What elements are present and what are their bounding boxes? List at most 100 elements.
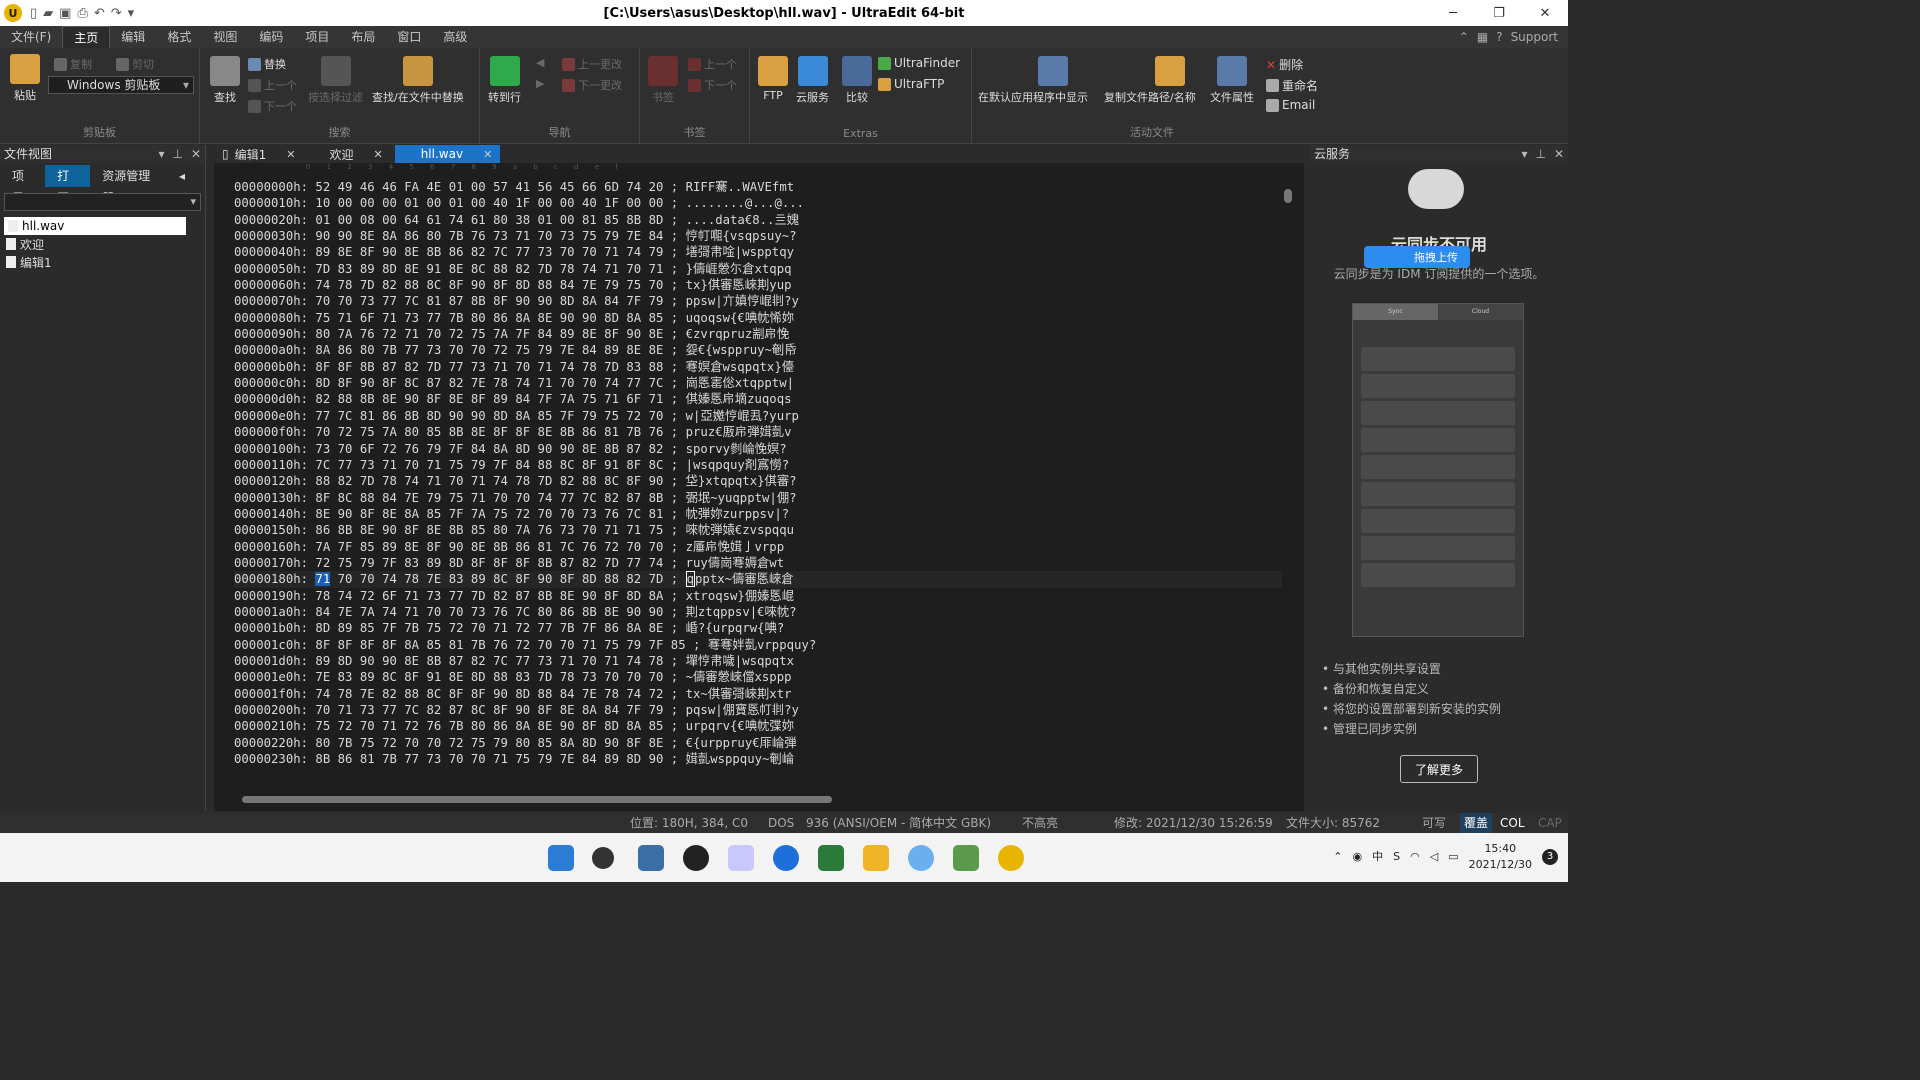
hex-row[interactable]: 00000030h: 90 90 8E 8A 86 80 7B 76 73 71…: [234, 228, 1284, 244]
pin-icon[interactable]: ⊥: [172, 145, 182, 163]
battery-icon[interactable]: ▭: [1448, 849, 1458, 865]
menu-encoding[interactable]: 编码: [248, 26, 294, 48]
hex-row[interactable]: 00000120h: 88 82 7D 78 74 71 70 71 74 78…: [234, 473, 1284, 489]
minimize-button[interactable]: ─: [1430, 0, 1476, 26]
hex-row[interactable]: 00000060h: 74 78 7D 82 88 8C 8F 90 8F 8D…: [234, 277, 1284, 293]
customize-dropdown-icon[interactable]: ▾: [128, 6, 135, 21]
goto-line-button[interactable]: 转到行: [488, 56, 521, 105]
hex-row[interactable]: 000000a0h: 8A 86 80 7B 77 73 70 70 72 75…: [234, 342, 1284, 358]
tray-chevron-icon[interactable]: ⌃: [1333, 849, 1342, 865]
tray-app-icon[interactable]: S: [1393, 849, 1400, 865]
ftp-button[interactable]: FTP: [758, 56, 788, 102]
learn-more-button[interactable]: 了解更多: [1400, 755, 1478, 783]
hex-row[interactable]: 000001c0h: 8F 8F 8F 8F 8A 85 81 7B 76 72…: [234, 637, 1284, 653]
prev-change-button[interactable]: 上一更改: [562, 56, 622, 72]
hex-content[interactable]: 00000000h: 52 49 46 46 FA 4E 01 00 57 41…: [214, 179, 1284, 779]
bookmark-prev-button[interactable]: 上一个: [688, 56, 737, 72]
hex-row[interactable]: 000001b0h: 8D 89 85 7F 7B 75 72 70 71 72…: [234, 620, 1284, 636]
qq-icon[interactable]: [683, 845, 709, 871]
help-icon[interactable]: ?: [1496, 30, 1502, 44]
filter-button[interactable]: 按选择过滤: [308, 56, 363, 105]
vertical-scrollbar[interactable]: [1282, 179, 1294, 769]
menu-view[interactable]: 视图: [202, 26, 248, 48]
close-button[interactable]: ✕: [1522, 0, 1568, 26]
snipping-icon[interactable]: [728, 845, 754, 871]
menu-advanced[interactable]: 高级: [432, 26, 478, 48]
panel-menu-icon[interactable]: ▾: [1521, 145, 1527, 163]
chart-app-icon[interactable]: [953, 845, 979, 871]
horizontal-scrollbar[interactable]: [222, 793, 1282, 805]
panel-close-icon[interactable]: ✕: [191, 145, 201, 163]
hex-row[interactable]: 00000160h: 7A 7F 85 89 8E 8F 90 8E 8B 86…: [234, 539, 1284, 555]
scroll-thumb[interactable]: [242, 796, 832, 803]
hex-row[interactable]: 00000230h: 8B 86 81 7B 77 73 70 70 71 75…: [234, 751, 1284, 767]
close-tab-icon[interactable]: ✕: [373, 148, 382, 161]
file-properties-button[interactable]: 文件属性: [1210, 56, 1254, 105]
selected-byte[interactable]: 71: [315, 572, 331, 587]
tab-project[interactable]: 项目: [0, 165, 45, 205]
hex-row[interactable]: 00000100h: 73 70 6F 72 76 79 7F 84 8A 8D…: [234, 441, 1284, 457]
new-file-icon[interactable]: ▯: [30, 6, 37, 21]
back-icon[interactable]: ◀: [536, 56, 544, 69]
search-icon[interactable]: [592, 847, 614, 869]
hex-row[interactable]: 000000b0h: 8F 8F 8B 87 82 7D 77 73 71 70…: [234, 359, 1284, 375]
tab-scroll-icon[interactable]: ◂ ▸: [167, 165, 205, 205]
menu-layout[interactable]: 布局: [340, 26, 386, 48]
hex-row[interactable]: 00000200h: 70 71 73 77 7C 82 87 8C 8F 90…: [234, 702, 1284, 718]
list-item[interactable]: hll.wav: [4, 217, 186, 235]
rename-button[interactable]: 重命名: [1266, 77, 1318, 94]
vim-icon[interactable]: [818, 845, 844, 871]
find-next-button[interactable]: 下一个: [248, 98, 297, 114]
layout-icon[interactable]: ▦: [1477, 30, 1488, 44]
menu-project[interactable]: 项目: [294, 26, 340, 48]
status-codepage[interactable]: 936 (ANSI/OEM - 简体中文 GBK): [806, 813, 991, 833]
start-icon[interactable]: [548, 845, 574, 871]
notification-badge[interactable]: 3: [1542, 849, 1558, 865]
baidu-netdisk-icon[interactable]: [908, 845, 934, 871]
menu-format[interactable]: 格式: [156, 26, 202, 48]
maximize-button[interactable]: ❐: [1476, 0, 1522, 26]
close-tab-icon[interactable]: ✕: [483, 148, 492, 161]
hex-row[interactable]: 00000090h: 80 7A 76 72 71 70 72 75 7A 7F…: [234, 326, 1284, 342]
hex-row[interactable]: 000000c0h: 8D 8F 90 8F 8C 87 82 7E 78 74…: [234, 375, 1284, 391]
hex-row[interactable]: 00000170h: 72 75 79 7F 83 89 8D 8F 8F 8F…: [234, 555, 1284, 571]
email-button[interactable]: Email: [1266, 98, 1315, 112]
support-menu[interactable]: Support: [1511, 30, 1558, 44]
bookmark-next-button[interactable]: 下一个: [688, 77, 737, 93]
scroll-thumb[interactable]: [1284, 189, 1292, 203]
menu-file[interactable]: 文件(F): [0, 26, 62, 48]
task-view-icon[interactable]: [638, 845, 664, 871]
status-highlight[interactable]: 不高亮: [1022, 813, 1058, 833]
hex-row[interactable]: 00000020h: 01 00 08 00 64 61 74 61 80 38…: [234, 212, 1284, 228]
menu-home[interactable]: 主页: [62, 25, 111, 49]
forward-icon[interactable]: ▶: [536, 77, 544, 90]
wifi-icon[interactable]: ◠: [1410, 849, 1420, 865]
hex-row[interactable]: 00000140h: 8E 90 8F 8E 8A 85 7F 7A 75 72…: [234, 506, 1284, 522]
volume-icon[interactable]: ◁: [1430, 849, 1438, 865]
show-in-default-app-button[interactable]: 在默认应用程序中显示: [978, 56, 1088, 105]
menu-window[interactable]: 窗口: [386, 26, 432, 48]
hex-row[interactable]: 000001d0h: 89 8D 90 90 8E 8B 87 82 7C 77…: [234, 653, 1284, 669]
status-writable[interactable]: 可写: [1422, 813, 1446, 833]
status-overwrite[interactable]: 覆盖: [1460, 813, 1493, 833]
tab-edit1[interactable]: ▯ 编辑1 ✕: [214, 145, 303, 163]
hex-row[interactable]: 00000210h: 75 72 70 71 72 76 7B 80 86 8A…: [234, 718, 1284, 734]
ultrafinder-button[interactable]: UltraFinder: [878, 56, 960, 70]
open-folder-icon[interactable]: ▰: [43, 6, 53, 21]
hex-row[interactable]: 00000070h: 70 70 73 77 7C 81 87 8B 8F 90…: [234, 293, 1284, 309]
hex-row[interactable]: 00000180h: 71 70 70 74 78 7E 83 89 8C 8F…: [234, 571, 1284, 588]
hex-row[interactable]: 00000010h: 10 00 00 00 01 00 01 00 40 1F…: [234, 195, 1284, 211]
tab-open[interactable]: 打开: [45, 165, 91, 205]
paste-button[interactable]: 粘贴: [10, 54, 40, 103]
undo-icon[interactable]: ↶: [94, 6, 105, 21]
panel-close-icon[interactable]: ✕: [1554, 145, 1564, 163]
hex-row[interactable]: 00000080h: 75 71 6F 71 73 77 7B 80 86 8A…: [234, 310, 1284, 326]
find-in-files-button[interactable]: 查找/在文件中替换: [372, 56, 464, 105]
feishu-icon[interactable]: [773, 845, 799, 871]
replace-button[interactable]: 替换: [248, 56, 286, 72]
hex-row[interactable]: 00000130h: 8F 8C 88 84 7E 79 75 71 70 70…: [234, 490, 1284, 506]
find-prev-button[interactable]: 上一个: [248, 77, 297, 93]
hex-row[interactable]: 000001f0h: 74 78 7E 82 88 8C 8F 8F 90 8D…: [234, 686, 1284, 702]
hex-row[interactable]: 00000050h: 7D 83 89 8D 8E 91 8E 8C 88 82…: [234, 261, 1284, 277]
tab-explorer[interactable]: 资源管理器: [90, 165, 167, 205]
